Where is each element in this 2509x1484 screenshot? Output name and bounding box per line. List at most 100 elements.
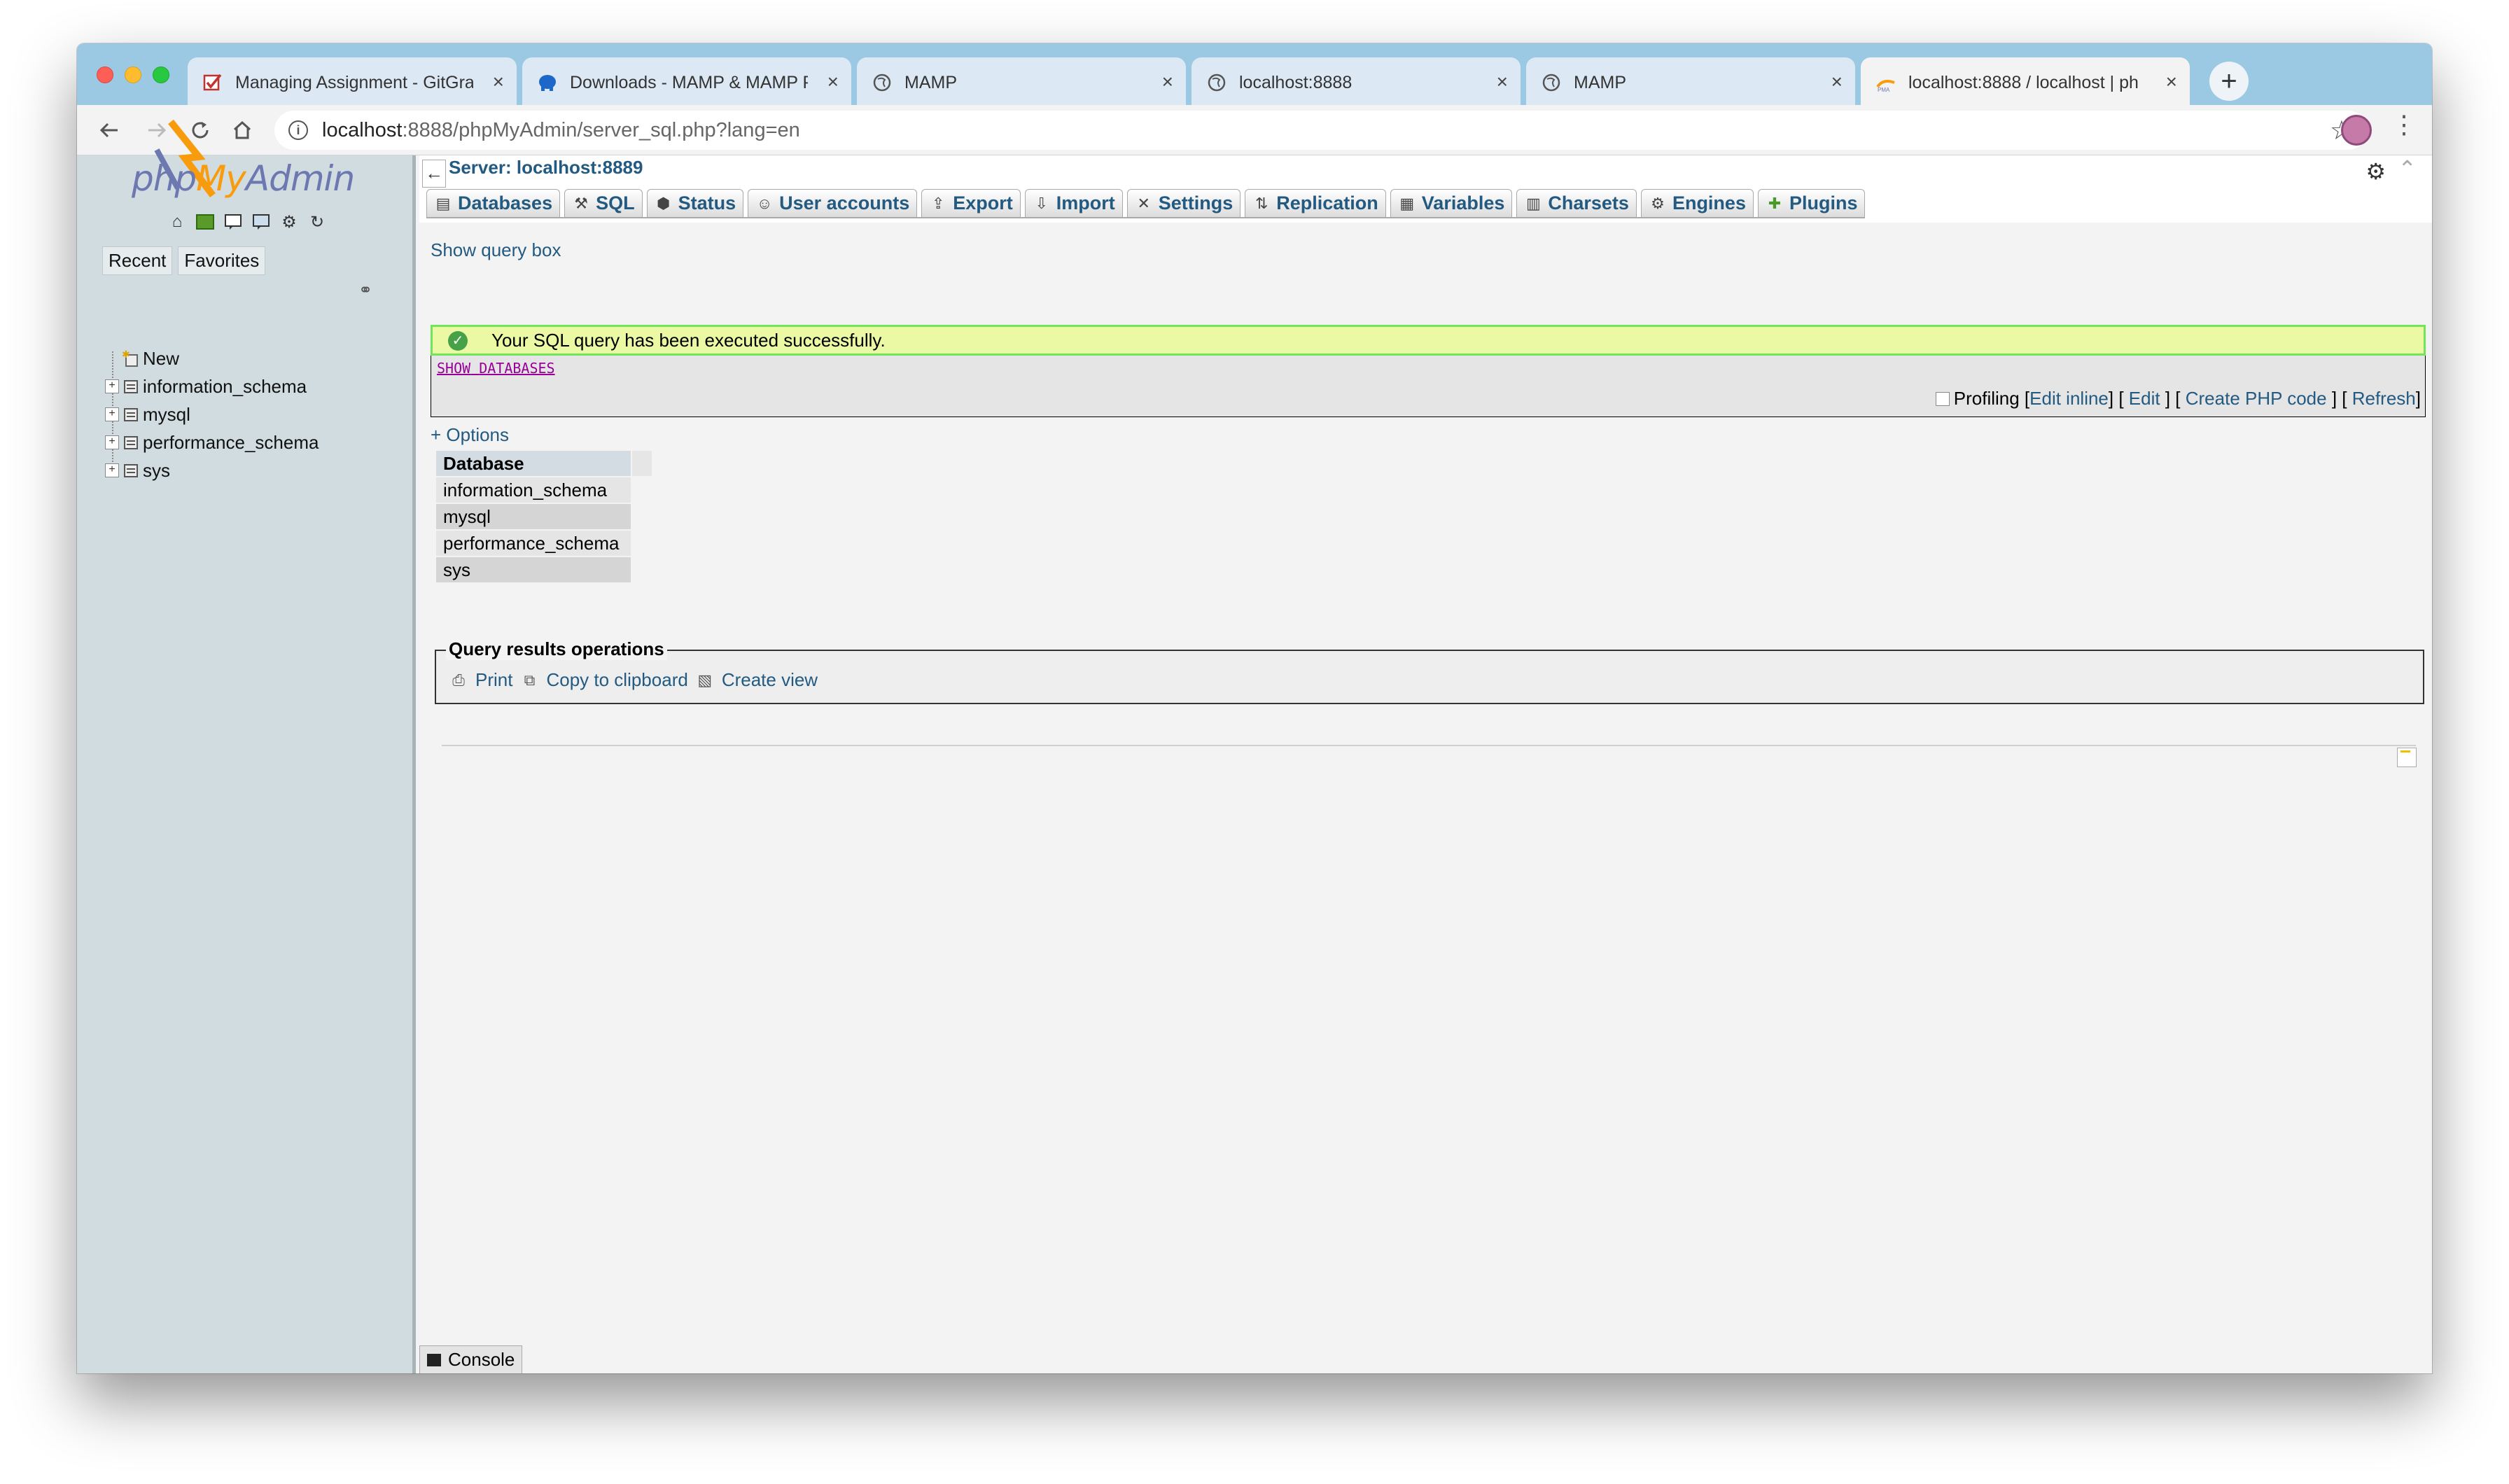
browser-tab-mamp-2[interactable]: MAMP × (1526, 57, 1855, 105)
close-tab-icon[interactable]: × (1162, 71, 1173, 92)
tree-item-db[interactable]: + performance_schema (105, 428, 319, 456)
tab-label: Plugins (1789, 192, 1858, 214)
close-tab-icon[interactable]: × (827, 71, 839, 92)
database-icon (122, 433, 140, 451)
create-view-link[interactable]: Create view (722, 669, 818, 691)
plugins-icon: ✚ (1768, 194, 1782, 212)
zoom-window-button[interactable] (153, 66, 169, 83)
edit-inline-link[interactable]: Edit inline (2029, 388, 2109, 410)
console-toggle[interactable]: Console (419, 1345, 523, 1373)
collapse-header-icon[interactable]: ⌃ (2398, 155, 2417, 182)
tab-status[interactable]: ⬢ Status (646, 189, 744, 217)
nav-icon-row: ⌂ ⚙ ↻ (167, 211, 328, 232)
browser-tab-gitgrade[interactable]: Managing Assignment - GitGra × (188, 57, 517, 105)
tab-title: Downloads - MAMP & MAMP P (570, 73, 808, 92)
tree-item-db[interactable]: + mysql (105, 400, 319, 428)
close-tab-icon[interactable]: × (493, 71, 504, 92)
tab-label: Databases (458, 192, 553, 214)
print-link[interactable]: Print (475, 669, 512, 691)
tab-plugins[interactable]: ✚ Plugins (1757, 189, 1866, 217)
close-tab-icon[interactable]: × (1831, 71, 1843, 92)
create-php-code-link[interactable]: Create PHP code (2186, 388, 2327, 410)
tab-databases[interactable]: ▤ Databases (426, 189, 561, 217)
address-bar[interactable]: i localhost:8888/phpMyAdmin/server_sql.p… (274, 111, 2368, 150)
recent-tab[interactable]: Recent (102, 246, 173, 275)
export-icon: ⇪ (932, 194, 945, 212)
query-window-icon[interactable] (223, 211, 244, 232)
browser-tab-mamp-downloads[interactable]: Downloads - MAMP & MAMP P × (522, 57, 851, 105)
table-cell: performance_schema (436, 531, 631, 556)
tab-engines[interactable]: ⚙ Engines (1640, 189, 1754, 217)
new-database-icon: ✱ (122, 349, 140, 368)
tab-label: Variables (1421, 192, 1505, 214)
options-toggle[interactable]: + Options (431, 424, 509, 446)
tab-replication[interactable]: ⇅ Replication (1245, 189, 1386, 217)
tab-user-accounts[interactable]: ☺ User accounts (748, 189, 918, 217)
charsets-icon: ▥ (1525, 194, 1541, 212)
gitgrade-check-icon (203, 73, 223, 92)
home-icon[interactable]: ⌂ (167, 211, 188, 232)
column-header-empty (632, 451, 652, 476)
copy-to-clipboard-link[interactable]: Copy to clipboard (546, 669, 687, 691)
success-text: Your SQL query has been executed success… (491, 330, 886, 351)
tree-item-db[interactable]: + information_schema (105, 372, 319, 400)
expand-icon[interactable]: + (105, 435, 119, 449)
tree-item-new[interactable]: ✱ New (105, 344, 319, 372)
site-info-icon[interactable]: i (288, 120, 308, 140)
sql-query-text[interactable]: SHOW DATABASES (437, 360, 555, 377)
tab-label: Settings (1158, 192, 1233, 214)
page-settings-icon[interactable]: ⚙ (2365, 158, 2386, 185)
sql-icon: ⚒ (574, 194, 588, 212)
home-icon[interactable] (227, 115, 258, 146)
tab-export[interactable]: ⇪ Export (921, 189, 1021, 217)
sql-actions: Profiling [Edit inline] [ Edit ] [ Creat… (1935, 388, 2421, 410)
tree-item-db[interactable]: + sys (105, 456, 319, 484)
expand-icon[interactable]: + (105, 379, 119, 393)
navigation-settings-icon[interactable]: ⚙ (279, 211, 300, 232)
logout-icon[interactable] (195, 211, 216, 232)
tab-label: Import (1056, 192, 1115, 214)
profile-avatar[interactable] (2341, 115, 2372, 146)
reload-navigation-icon[interactable]: ↻ (307, 211, 328, 232)
copy-to-clipboard-icon: ⧉ (524, 671, 536, 689)
tab-settings[interactable]: ✕ Settings (1126, 189, 1241, 217)
tab-charsets[interactable]: ▥ Charsets (1516, 189, 1637, 217)
column-header-database[interactable]: Database (436, 451, 631, 476)
globe-icon (1207, 73, 1226, 92)
tab-label: Charsets (1548, 192, 1629, 214)
tab-import[interactable]: ⇩ Import (1024, 189, 1123, 217)
new-tab-button[interactable]: + (2209, 62, 2249, 101)
close-tab-icon[interactable]: × (1497, 71, 1508, 92)
link-with-main-panel-icon[interactable]: ⚭ (358, 280, 372, 300)
collapse-navigation-button[interactable]: ← (422, 160, 446, 188)
settings-icon: ✕ (1137, 194, 1150, 212)
browser-tab-mamp-1[interactable]: MAMP × (857, 57, 1186, 105)
edit-link[interactable]: Edit (2129, 388, 2160, 410)
tab-strip: Managing Assignment - GitGra × Downloads… (77, 43, 2432, 105)
expand-icon[interactable]: + (105, 407, 119, 421)
profiling-checkbox[interactable] (1935, 391, 1950, 406)
phpmyadmin-logo[interactable]: phpMyAdmin (132, 158, 355, 199)
url-text[interactable]: localhost:8888/phpMyAdmin/server_sql.php… (322, 119, 800, 142)
close-tab-icon[interactable]: × (2166, 71, 2177, 92)
table-cell: sys (436, 557, 631, 582)
refresh-link[interactable]: Refresh (2352, 388, 2416, 410)
show-query-box-link[interactable]: Show query box (431, 239, 561, 261)
browser-tab-localhost[interactable]: localhost:8888 × (1191, 57, 1521, 105)
close-window-button[interactable] (97, 66, 113, 83)
expand-icon[interactable]: + (105, 463, 119, 477)
documentation-icon[interactable] (251, 211, 272, 232)
import-icon: ⇩ (1035, 194, 1048, 212)
bookmark-query-icon[interactable] (2397, 748, 2417, 767)
favorites-tab[interactable]: Favorites (178, 246, 266, 275)
status-icon: ⬢ (657, 194, 671, 212)
browser-window: Managing Assignment - GitGra × Downloads… (77, 43, 2432, 1373)
back-arrow-icon[interactable] (94, 115, 125, 146)
browser-menu-icon[interactable]: ⋮ (2391, 112, 2417, 137)
tab-variables[interactable]: ▦ Variables (1390, 189, 1513, 217)
tab-sql[interactable]: ⚒ SQL (564, 189, 643, 217)
browser-tab-phpmyadmin[interactable]: PMA localhost:8888 / localhost | ph × (1861, 57, 2190, 105)
minimize-window-button[interactable] (125, 66, 141, 83)
server-breadcrumb[interactable]: Server: localhost:8889 (449, 157, 643, 178)
url-path: :8888/phpMyAdmin/server_sql.php?lang=en (402, 119, 800, 141)
